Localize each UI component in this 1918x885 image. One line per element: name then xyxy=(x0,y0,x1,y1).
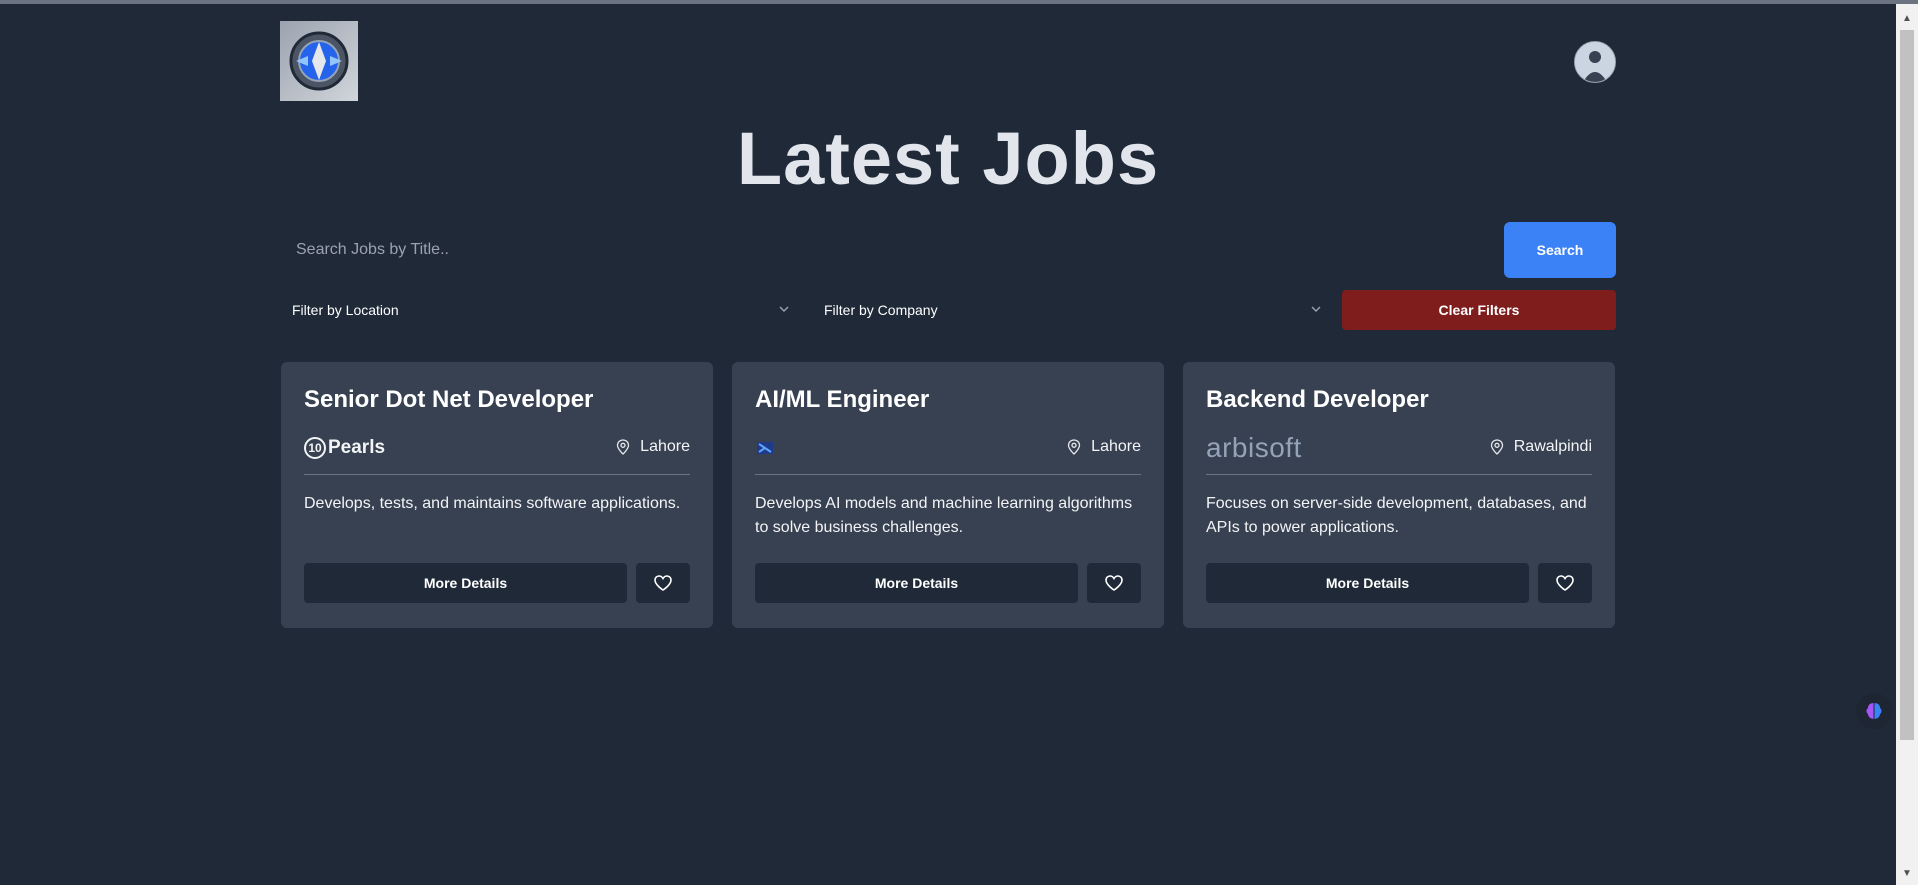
chevron-down-icon xyxy=(779,306,789,312)
company-logo: arbisoft xyxy=(1206,432,1302,463)
user-avatar-icon xyxy=(1575,42,1615,82)
shield-logo-icon xyxy=(289,31,349,91)
scroll-down-arrow-icon[interactable]: ▼ xyxy=(1896,863,1918,883)
card-divider xyxy=(1206,474,1592,475)
brain-assistant-button[interactable] xyxy=(1856,693,1892,729)
company-filter-label: Filter by Company xyxy=(824,302,938,318)
company-logo-text: arbisoft xyxy=(1206,432,1302,463)
site-logo[interactable] xyxy=(280,21,358,101)
job-description: Focuses on server-side development, data… xyxy=(1206,495,1587,536)
job-title: Senior Dot Net Developer xyxy=(304,386,594,413)
company-logo-icon xyxy=(757,442,773,454)
company-logo-text: Pearls xyxy=(328,437,386,458)
map-pin-icon xyxy=(1490,439,1503,455)
heart-icon xyxy=(1105,575,1123,591)
card-divider xyxy=(304,474,690,475)
more-details-button[interactable]: More Details xyxy=(304,563,627,603)
favorite-button[interactable] xyxy=(1087,563,1141,603)
job-location: Lahore xyxy=(1067,438,1141,456)
scrollbar-thumb[interactable] xyxy=(1900,30,1914,740)
clear-filters-button[interactable]: Clear Filters xyxy=(1342,290,1616,330)
chevron-down-icon xyxy=(1311,306,1321,312)
favorite-button[interactable] xyxy=(636,563,690,603)
favorite-button[interactable] xyxy=(1538,563,1592,603)
company-filter-select[interactable]: Filter by Company xyxy=(812,290,1332,330)
job-cards: Senior Dot Net Developer 10 Pearls Lahor… xyxy=(281,362,1617,628)
job-card: Backend Developer arbisoft Rawalpindi Fo… xyxy=(1183,362,1615,628)
user-avatar[interactable] xyxy=(1574,41,1616,83)
location-filter-label: Filter by Location xyxy=(292,302,399,318)
job-location-text: Lahore xyxy=(640,438,690,455)
job-location-text: Lahore xyxy=(1091,438,1141,455)
search-input[interactable] xyxy=(280,222,1500,278)
job-card: Senior Dot Net Developer 10 Pearls Lahor… xyxy=(281,362,713,628)
map-pin-icon xyxy=(1068,439,1081,455)
page-scrollbar[interactable]: ▲ ▼ xyxy=(1896,4,1918,885)
search-button[interactable]: Search xyxy=(1504,222,1616,278)
job-location: Lahore xyxy=(616,438,690,456)
job-card: AI/ML Engineer Lahore Develops AI models… xyxy=(732,362,1164,628)
job-title: Backend Developer xyxy=(1206,386,1429,413)
more-details-button[interactable]: More Details xyxy=(1206,563,1529,603)
search-row: Search xyxy=(280,222,1616,278)
location-filter-select[interactable]: Filter by Location xyxy=(280,290,800,330)
brain-icon xyxy=(1866,703,1882,719)
filter-row: Filter by Location Filter by Company Cle… xyxy=(280,290,1616,330)
scroll-up-arrow-icon[interactable]: ▲ xyxy=(1896,8,1918,28)
job-description: Develops AI models and machine learning … xyxy=(755,495,1133,536)
job-description: Develops, tests, and maintains software … xyxy=(304,495,681,512)
job-location: Rawalpindi xyxy=(1490,438,1592,456)
job-location-text: Rawalpindi xyxy=(1513,438,1592,455)
more-details-button[interactable]: More Details xyxy=(755,563,1078,603)
company-logo: 10 Pearls xyxy=(304,434,385,462)
page-title: Latest Jobs xyxy=(736,117,1160,200)
window-top-border xyxy=(0,0,1918,4)
heart-icon xyxy=(654,575,672,591)
card-divider xyxy=(755,474,1141,475)
job-title: AI/ML Engineer xyxy=(755,386,930,413)
company-logo xyxy=(755,434,775,462)
heart-icon xyxy=(1556,575,1574,591)
map-pin-icon xyxy=(617,439,630,455)
company-logo-mark: 10 xyxy=(304,437,326,459)
